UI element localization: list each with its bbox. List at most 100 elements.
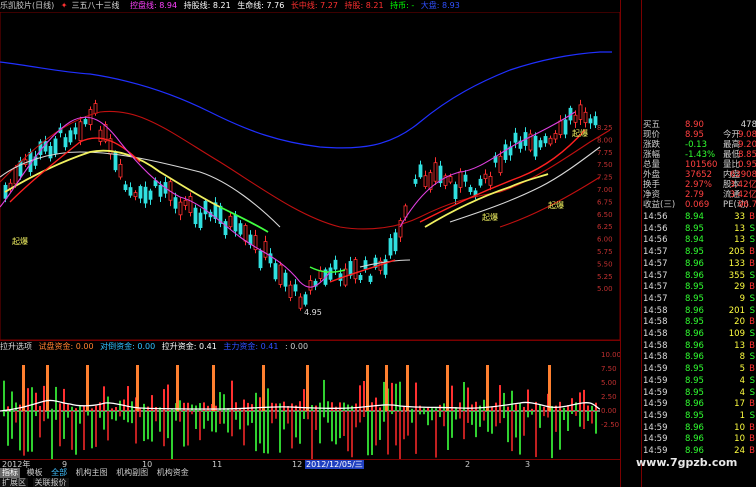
volume-bar-down	[179, 411, 181, 422]
candle-body	[178, 201, 183, 216]
candle-body	[118, 164, 123, 178]
volume-bar-down	[399, 411, 401, 459]
volume-bar-up	[51, 408, 53, 411]
volume-bar-down	[315, 411, 317, 430]
tab-indicator[interactable]: 指标	[0, 468, 20, 478]
sub-legend-2: 对倒资金: 0.00	[100, 342, 156, 351]
volume-bar-down	[463, 411, 465, 440]
tick-time: 14:58	[643, 317, 668, 328]
tab-all[interactable]: 全部	[49, 468, 69, 478]
tick-row: 14:58 8.95 20 B	[643, 317, 756, 328]
volume-bar-up	[483, 399, 485, 411]
tick-row: 14:56 8.94 33 B	[643, 212, 756, 223]
tick-row: 14:57 8.95 9 S	[643, 294, 756, 305]
candle-body	[453, 184, 458, 199]
candle-body	[358, 275, 363, 281]
candle-body	[318, 270, 323, 279]
tick-side: B	[749, 422, 755, 433]
volume-bar-down	[231, 411, 233, 437]
tick-side: B	[749, 258, 755, 269]
volume-bar-down	[55, 411, 57, 420]
volume-bar-down	[199, 411, 201, 441]
volume-bar-down	[431, 411, 433, 421]
quote-row: 收益(三) 0.069 PE(动) 96.7	[643, 200, 756, 210]
main-y-label: 7.50	[597, 161, 613, 169]
candle-body	[238, 223, 243, 235]
tick-volume: 33	[734, 212, 745, 222]
volume-bar-up	[491, 406, 493, 411]
volume-bar-up	[383, 381, 385, 411]
candlestick-chart[interactable]: 8.258.007.757.507.257.006.756.506.256.00…	[0, 12, 620, 340]
quote-label: 买五	[643, 120, 661, 130]
volume-bar-up	[299, 401, 301, 411]
indicator-chart[interactable]: 10.00 7.50 5.00 2.50 0.00 -2.50	[0, 351, 620, 459]
tab-extension[interactable]: 扩展区	[0, 478, 28, 487]
tick-volume: 17	[734, 399, 745, 410]
volume-bar-down	[331, 411, 333, 442]
candle-body	[498, 155, 503, 174]
volume-bar-down	[307, 411, 309, 420]
volume-bar-down	[351, 411, 353, 458]
candle-body	[578, 104, 583, 120]
quote-value: 37652	[685, 170, 713, 180]
candle-body	[68, 130, 73, 143]
quote-value: 8.95	[685, 130, 704, 140]
volume-bar-down	[563, 411, 565, 420]
legend-line5: 持股: 8.21	[344, 1, 384, 10]
sub-legend-3: 拉升资金: 0.41	[161, 342, 217, 351]
candle-body	[333, 259, 338, 270]
volume-bar-up	[43, 385, 45, 411]
tab-fund[interactable]: 机构资金	[155, 468, 191, 478]
signal-label-4: 起爆	[572, 128, 588, 138]
sub-legend-1: 试盘资金: 0.00	[38, 342, 94, 351]
volume-bar-down	[87, 411, 89, 416]
volume-bar-up	[75, 408, 77, 411]
tick-price: 8.95	[685, 410, 704, 421]
volume-bar-down	[39, 411, 41, 438]
volume-bar-down	[255, 411, 257, 452]
tab-related-quote[interactable]: 关联报价	[32, 478, 69, 487]
candle-body	[228, 215, 233, 228]
candle-body	[123, 184, 128, 191]
quote-value: 0.069	[685, 200, 710, 210]
indicator-tabs: 指标 模板 全部 机构主图 机构副图 机构资金	[0, 468, 620, 478]
test-fund-bar	[366, 365, 369, 411]
volume-bar-down	[271, 411, 273, 424]
volume-bar-down	[387, 411, 389, 455]
volume-bar-up	[39, 405, 41, 411]
volume-bar-down	[223, 411, 225, 424]
volume-bar-down	[127, 411, 129, 423]
volume-bar-up	[423, 408, 425, 411]
main-y-label: 7.75	[597, 149, 613, 157]
tick-volume: 20	[734, 317, 745, 328]
tab-template[interactable]: 模板	[25, 468, 45, 478]
legend-line1: 控盘线: 8.94	[130, 1, 178, 10]
volume-bar-up	[163, 389, 165, 411]
tick-side: S	[749, 223, 755, 234]
candle-body	[433, 162, 438, 182]
quote-label: 外盘	[643, 170, 661, 180]
volume-bar-up	[187, 402, 189, 411]
tab-sub-chart[interactable]: 机构副图	[114, 468, 150, 478]
tab-main-chart[interactable]: 机构主图	[74, 468, 110, 478]
tick-row: 14:59 8.95 4 S	[643, 388, 756, 399]
volume-bar-up	[27, 388, 29, 411]
quote-row: 外盘 37652 内盘 63908	[643, 170, 756, 180]
volume-bar-down	[195, 411, 197, 429]
volume-bar-down	[407, 411, 409, 436]
candle-body	[558, 120, 563, 135]
volume-bar-down	[587, 411, 589, 421]
volume-bar-down	[235, 411, 237, 420]
volume-bar-up	[563, 407, 565, 411]
volume-bar-down	[311, 411, 313, 459]
candle-body	[203, 200, 208, 215]
volume-bar-down	[383, 411, 385, 422]
tick-volume: 9	[739, 293, 745, 304]
tick-price: 8.96	[685, 329, 704, 339]
test-fund-bar	[306, 365, 309, 411]
volume-bar-down	[299, 411, 301, 444]
candle-body	[548, 137, 553, 145]
chart-title-bar: 乐凯胶片(日线) ✦ 三五八十三线 控盘线: 8.94 持股线: 8.21 生命线…	[0, 0, 620, 12]
candle-body	[293, 284, 298, 292]
candle-body	[243, 225, 248, 242]
